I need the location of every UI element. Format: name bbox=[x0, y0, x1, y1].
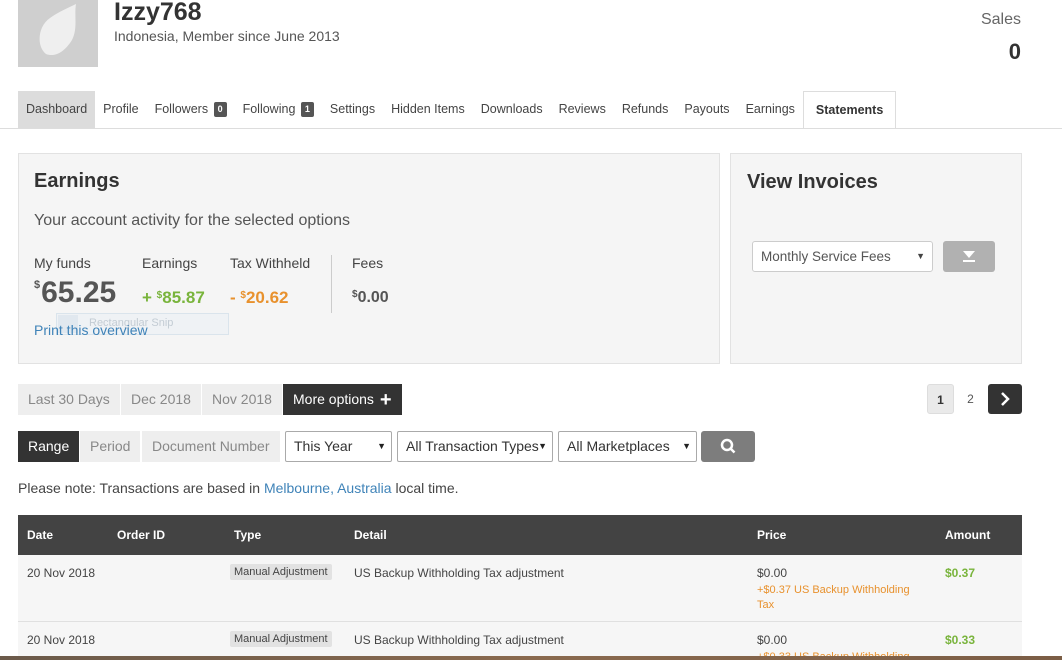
tab-statements[interactable]: Statements bbox=[802, 91, 897, 129]
earnings-label: Earnings bbox=[142, 255, 198, 271]
row-date: 20 Nov 2018 bbox=[27, 566, 96, 580]
download-icon bbox=[963, 251, 975, 262]
tab-following[interactable]: Following 1 bbox=[235, 91, 322, 128]
next-page-button[interactable] bbox=[988, 384, 1022, 414]
tab-hidden-items[interactable]: Hidden Items bbox=[383, 91, 473, 128]
member-info: Indonesia, Member since June 2013 bbox=[114, 28, 340, 44]
price-adjustment-note: +$0.37 US Backup Withholding Tax bbox=[757, 584, 910, 611]
earnings-title: Earnings bbox=[34, 170, 120, 192]
tab-payouts[interactable]: Payouts bbox=[676, 91, 737, 128]
page-2-button[interactable]: 2 bbox=[957, 384, 984, 414]
funds-label: My funds bbox=[34, 255, 91, 271]
column-type[interactable]: Type bbox=[234, 515, 261, 555]
caret-down-icon: ▼ bbox=[682, 441, 691, 451]
earnings-panel: Earnings Your account activity for the s… bbox=[18, 153, 720, 364]
row-detail: US Backup Withholding Tax adjustment bbox=[354, 633, 564, 647]
column-date[interactable]: Date bbox=[27, 515, 53, 555]
type-badge: Manual Adjustment bbox=[230, 631, 332, 647]
tax-label: Tax Withheld bbox=[230, 255, 311, 271]
search-button[interactable] bbox=[701, 431, 755, 462]
table-row: 20 Nov 2018 Manual Adjustment US Backup … bbox=[18, 555, 1022, 622]
timezone-note: Please note: Transactions are based in M… bbox=[18, 480, 459, 496]
nov-2018-button[interactable]: Nov 2018 bbox=[202, 384, 282, 415]
page-1-button[interactable]: 1 bbox=[927, 384, 954, 414]
timezone-link[interactable]: Melbourne, Australia bbox=[264, 480, 392, 496]
last-30-days-button[interactable]: Last 30 Days bbox=[18, 384, 120, 415]
tab-dashboard[interactable]: Dashboard bbox=[18, 91, 96, 128]
invoice-type-select[interactable]: Monthly Service Fees ▼ bbox=[752, 241, 933, 272]
row-detail: US Backup Withholding Tax adjustment bbox=[354, 566, 564, 580]
tab-followers[interactable]: Followers 0 bbox=[147, 91, 235, 128]
row-date: 20 Nov 2018 bbox=[27, 633, 96, 647]
period-toggle[interactable]: Period bbox=[80, 431, 141, 462]
caret-down-icon: ▼ bbox=[538, 441, 547, 451]
fees-value: $0.00 bbox=[352, 289, 389, 306]
type-badge: Manual Adjustment bbox=[230, 564, 332, 580]
followers-count-badge: 0 bbox=[213, 102, 227, 117]
statement-table-header: Date Order ID Type Detail Price Amount bbox=[18, 515, 1022, 555]
year-select[interactable]: This Year ▼ bbox=[285, 431, 392, 462]
tab-reviews[interactable]: Reviews bbox=[551, 91, 614, 128]
row-amount: $0.37 bbox=[945, 566, 976, 580]
caret-down-icon: ▼ bbox=[377, 441, 386, 451]
envato-leaf-icon bbox=[39, 4, 76, 56]
funds-value: $65.25 bbox=[34, 276, 117, 309]
more-options-button[interactable]: More options + bbox=[283, 384, 402, 415]
following-count-badge: 1 bbox=[300, 102, 314, 117]
row-price: $0.00 +$0.37 US Backup Withholding Tax bbox=[757, 566, 917, 613]
row-amount: $0.33 bbox=[945, 633, 976, 647]
sales-label: Sales bbox=[980, 11, 1021, 28]
profile-tabs: Dashboard Profile Followers 0 Following … bbox=[18, 91, 897, 129]
search-icon bbox=[720, 438, 736, 454]
invoices-title: View Invoices bbox=[747, 171, 878, 193]
stats-divider bbox=[331, 255, 332, 313]
column-order-id[interactable]: Order ID bbox=[117, 515, 165, 555]
earnings-subtitle: Your account activity for the selected o… bbox=[34, 212, 351, 229]
tab-downloads[interactable]: Downloads bbox=[473, 91, 551, 128]
download-invoice-button[interactable] bbox=[943, 241, 995, 272]
column-price[interactable]: Price bbox=[757, 515, 786, 555]
tab-refunds[interactable]: Refunds bbox=[614, 91, 677, 128]
table-row: 20 Nov 2018 Manual Adjustment US Backup … bbox=[18, 622, 1022, 660]
tab-settings[interactable]: Settings bbox=[322, 91, 383, 128]
transaction-type-select[interactable]: All Transaction Types ▼ bbox=[397, 431, 553, 462]
print-overview-link[interactable]: Print this overview bbox=[34, 322, 148, 338]
desktop-wallpaper-strip bbox=[0, 656, 1062, 660]
avatar[interactable] bbox=[18, 0, 98, 67]
username: Izzy768 bbox=[114, 0, 202, 26]
tab-divider bbox=[0, 128, 1062, 129]
fees-label: Fees bbox=[352, 255, 384, 271]
tax-withheld-value: - $20.62 bbox=[230, 288, 289, 307]
column-amount[interactable]: Amount bbox=[945, 515, 990, 555]
dec-2018-button[interactable]: Dec 2018 bbox=[121, 384, 201, 415]
range-toggle[interactable]: Range bbox=[18, 431, 80, 462]
earnings-value: + $85.87 bbox=[142, 288, 205, 307]
invoices-panel: View Invoices Monthly Service Fees ▼ bbox=[730, 153, 1022, 364]
sales-value: 0 bbox=[1008, 39, 1021, 64]
chevron-right-icon bbox=[1001, 392, 1010, 406]
plus-icon: + bbox=[379, 389, 392, 411]
tab-profile[interactable]: Profile bbox=[95, 91, 146, 128]
column-detail[interactable]: Detail bbox=[354, 515, 387, 555]
caret-down-icon: ▼ bbox=[916, 251, 925, 261]
tab-earnings[interactable]: Earnings bbox=[738, 91, 803, 128]
document-number-toggle[interactable]: Document Number bbox=[142, 431, 280, 462]
marketplace-select[interactable]: All Marketplaces ▼ bbox=[558, 431, 697, 462]
